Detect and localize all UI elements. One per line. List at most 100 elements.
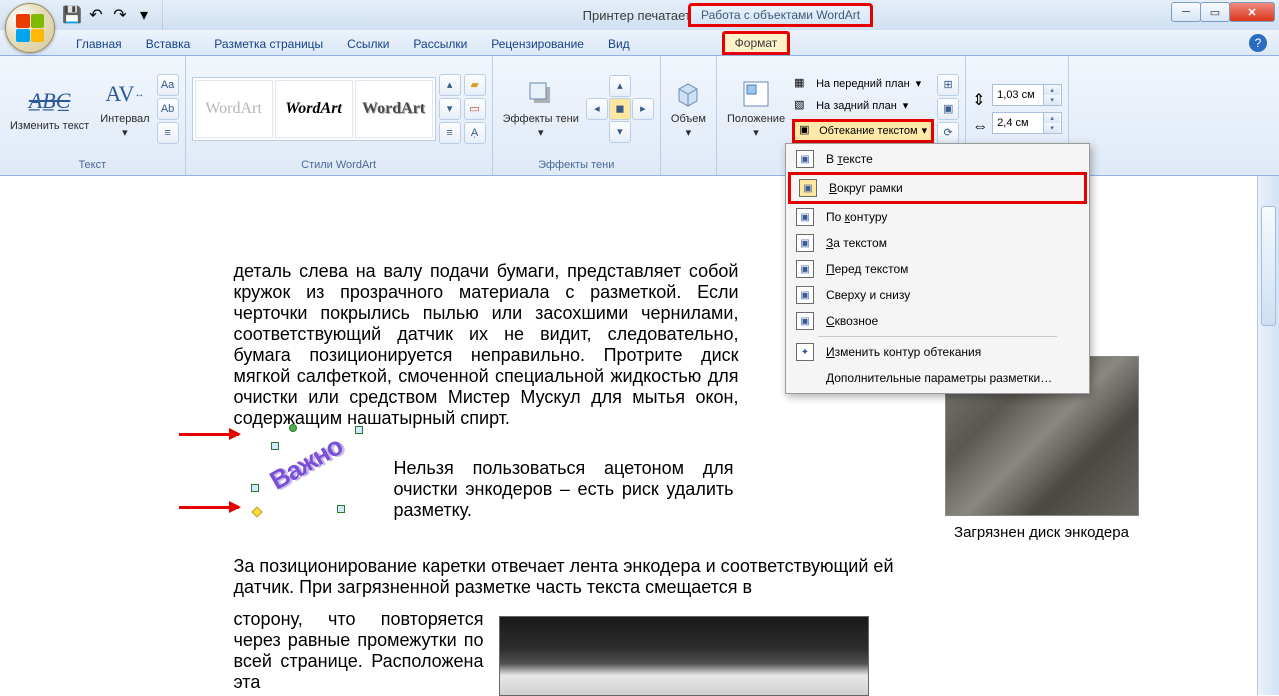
wrap-square-icon: ▣ [799, 179, 817, 197]
send-back-icon: ▧ [794, 98, 810, 114]
width-up[interactable]: ▴ [1044, 113, 1060, 123]
wrap-inline[interactable]: ▣В тексте [788, 146, 1087, 172]
bring-front-icon: ▦ [794, 76, 810, 92]
spacing-button[interactable]: AV↔ Интервал▾ [96, 75, 153, 141]
shadow-nudge-grid: ▴ ◂ ◼ ▸ ▾ [586, 75, 654, 143]
height-down[interactable]: ▾ [1044, 95, 1060, 105]
height-input[interactable] [993, 89, 1043, 101]
tab-insert[interactable]: Вставка [134, 33, 203, 55]
tab-layout[interactable]: Разметка страницы [202, 33, 335, 55]
align-button[interactable]: ⊞ [937, 74, 959, 96]
same-height-icon: Aa [161, 79, 174, 91]
shape-fill-button[interactable]: ▰ [464, 74, 486, 96]
wordart-style-1[interactable]: WordArt [195, 80, 273, 138]
wrap-square[interactable]: ▣Вокруг рамки [788, 172, 1087, 204]
wordart-object[interactable]: Важно [259, 430, 369, 510]
position-icon [739, 77, 773, 111]
qat-customize[interactable]: ▾ [134, 5, 154, 25]
tab-review[interactable]: Рецензирование [479, 33, 596, 55]
position-button[interactable]: Положение▾ [723, 75, 789, 141]
width-down[interactable]: ▾ [1044, 123, 1060, 133]
undo-icon: ↶ [89, 5, 102, 25]
cube-icon [671, 77, 705, 111]
handle-br[interactable] [337, 505, 345, 513]
office-button[interactable] [5, 3, 55, 53]
paragraph-3a: За позиционирование каретки отвечает лен… [234, 556, 894, 598]
tab-home[interactable]: Главная [64, 33, 134, 55]
more-layout-options[interactable]: Дополнительные параметры разметки… [788, 365, 1087, 391]
chevron-down-icon: ▾ [140, 5, 148, 25]
vertical-scrollbar[interactable] [1257, 176, 1279, 695]
edit-text-button[interactable]: A̲B̲C̲ Изменить текст [6, 82, 93, 135]
height-up[interactable]: ▴ [1044, 85, 1060, 95]
handle-ml[interactable] [251, 484, 259, 492]
tab-view[interactable]: Вид [596, 33, 642, 55]
wrap-behind[interactable]: ▣За текстом [788, 230, 1087, 256]
shadow-left[interactable]: ◂ [586, 98, 608, 120]
redo-icon: ↷ [113, 5, 126, 25]
wordart-style-3[interactable]: WordArt [355, 80, 433, 138]
adjust-handle[interactable] [251, 506, 262, 517]
help-button[interactable]: ? [1249, 34, 1267, 52]
quick-access-toolbar: 💾 ↶ ↷ ▾ [62, 0, 163, 30]
same-height-button[interactable]: Aa [157, 74, 179, 96]
group-button[interactable]: ▣ [937, 98, 959, 120]
shape-outline-button[interactable]: ▭ [464, 98, 486, 120]
menu-separator [818, 336, 1057, 337]
change-shape-button[interactable]: Ạ [464, 122, 486, 144]
gallery-down[interactable]: ▾ [439, 98, 461, 120]
vertical-text-button[interactable]: Ab [157, 98, 179, 120]
context-tab-label: Работа с объектами WordArt [688, 3, 873, 27]
width-icon: ⇔ [972, 118, 988, 134]
image-caption: Загрязнен диск энкодера [945, 524, 1139, 541]
text-wrap-button[interactable]: ▣Обтекание текстом ▾ [792, 119, 934, 143]
maximize-button[interactable]: ▭ [1200, 2, 1230, 22]
wrap-topbottom-icon: ▣ [796, 286, 814, 304]
shadow-toggle[interactable]: ◼ [609, 98, 631, 120]
align-text-button[interactable]: ≡ [157, 122, 179, 144]
wrap-topbottom[interactable]: ▣Сверху и снизу [788, 282, 1087, 308]
rotate-button[interactable]: ⟳ [937, 122, 959, 144]
fill-icon: ▰ [470, 78, 478, 91]
undo-button[interactable]: ↶ [86, 5, 106, 25]
tab-format[interactable]: Формат [722, 31, 791, 55]
save-button[interactable]: 💾 [62, 5, 82, 25]
spacing-icon: AV↔ [108, 77, 142, 111]
shadow-right[interactable]: ▸ [632, 98, 654, 120]
width-spinner[interactable]: ▴▾ [992, 112, 1062, 134]
height-spinner[interactable]: ▴▾ [992, 84, 1062, 106]
wordart-gallery[interactable]: WordArt WordArt WordArt [192, 77, 436, 141]
save-icon: 💾 [62, 5, 82, 25]
printer-image[interactable] [499, 616, 869, 696]
height-icon: ⇕ [972, 90, 988, 106]
edit-wrap-points[interactable]: ✦Изменить контур обтекания [788, 339, 1087, 365]
shadow-effects-button[interactable]: Эффекты тени▾ [499, 75, 583, 141]
3d-effects-button[interactable]: Объем▾ [667, 75, 710, 141]
shadow-up[interactable]: ▴ [609, 75, 631, 97]
handle-tl[interactable] [271, 442, 279, 450]
edit-points-icon: ✦ [796, 343, 814, 361]
vertical-text-icon: Ab [161, 103, 174, 115]
wrap-front[interactable]: ▣Перед текстом [788, 256, 1087, 282]
tab-mailings[interactable]: Рассылки [401, 33, 479, 55]
minimize-button[interactable]: ─ [1171, 2, 1201, 22]
shadow-down[interactable]: ▾ [609, 121, 631, 143]
tab-references[interactable]: Ссылки [335, 33, 401, 55]
handle-tr[interactable] [355, 426, 363, 434]
bring-front-button[interactable]: ▦На передний план ▾ [792, 75, 934, 93]
gallery-up[interactable]: ▴ [439, 74, 461, 96]
rotate-icon: ⟳ [944, 126, 953, 139]
send-back-button[interactable]: ▧На задний план ▾ [792, 97, 934, 115]
wrap-tight[interactable]: ▣По контуру [788, 204, 1087, 230]
rotate-handle[interactable] [289, 424, 297, 432]
wordart-style-2[interactable]: WordArt [275, 80, 353, 138]
wrap-through[interactable]: ▣Сквозное [788, 308, 1087, 334]
width-input[interactable] [993, 117, 1043, 129]
close-button[interactable]: ✕ [1229, 2, 1275, 22]
scrollbar-thumb[interactable] [1261, 206, 1276, 326]
wordart-text: Важно [264, 431, 347, 497]
office-logo-icon [16, 14, 44, 42]
text-wrap-menu: ▣В тексте ▣Вокруг рамки ▣По контуру ▣За … [785, 143, 1090, 394]
gallery-more[interactable]: ≡ [439, 122, 461, 144]
redo-button[interactable]: ↷ [110, 5, 130, 25]
